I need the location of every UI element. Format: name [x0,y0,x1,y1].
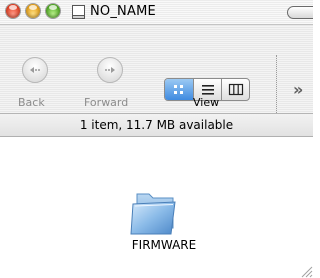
view-label: View [193,96,220,109]
back-label: Back [18,96,45,109]
icon-view-button[interactable] [165,79,193,100]
forward-arrow-icon [105,67,115,73]
content-area[interactable]: FIRMWARE [0,137,313,278]
resize-grip-icon[interactable] [298,265,313,278]
folder-icon[interactable] [127,188,181,238]
window-title: NO_NAME [90,4,156,19]
status-text: 1 item, 11.7 MB available [79,118,234,132]
column-view-button[interactable] [221,79,249,100]
disk-icon [72,5,85,19]
zoom-button[interactable] [46,4,60,18]
toolbar-toggle-button[interactable] [287,6,313,19]
finder-window: NO_NAME » Back Forward View 1 item, 11.7… [0,0,313,278]
forward-button[interactable] [97,57,123,83]
folder-name-label[interactable]: FIRMWARE [117,238,211,252]
icon-grid-icon [174,85,183,94]
minimize-button[interactable] [26,4,40,18]
title-bar[interactable]: NO_NAME [0,0,313,25]
toolbar-overflow-button[interactable]: » [293,80,303,99]
toolbar: » [0,25,313,133]
columns-icon [228,83,244,96]
forward-label: Forward [84,96,129,109]
status-bar: 1 item, 11.7 MB available [0,114,313,137]
back-button[interactable] [22,57,48,83]
close-button[interactable] [6,4,20,18]
back-arrow-icon [30,67,40,73]
